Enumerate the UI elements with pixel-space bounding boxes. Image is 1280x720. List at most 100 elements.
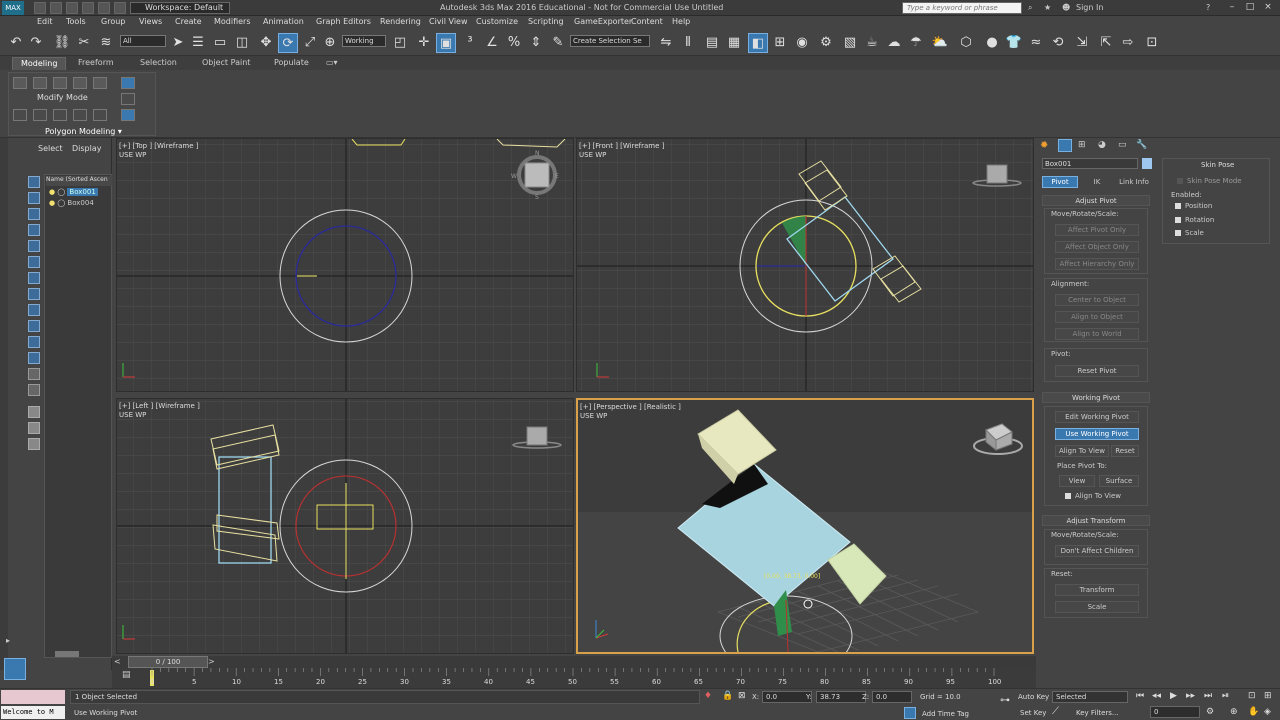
scale-button[interactable]: Scale xyxy=(1055,601,1139,613)
ribbon-tool-icon[interactable] xyxy=(53,109,67,121)
menu-create[interactable]: Create xyxy=(175,17,202,26)
filter-icon[interactable] xyxy=(28,336,40,348)
object-name-field[interactable]: Box001 xyxy=(1042,158,1138,169)
user-icon[interactable]: ☻ xyxy=(1062,3,1070,12)
working-pivot-rollout[interactable]: Working Pivot xyxy=(1042,392,1150,403)
align-to-world-button[interactable]: Align to World xyxy=(1055,328,1139,340)
reset-pivot-button[interactable]: Reset Pivot xyxy=(1055,365,1139,377)
zoom-icon[interactable]: ⊕ xyxy=(1230,707,1238,717)
auto-key-button[interactable]: Auto Key xyxy=(1018,693,1049,701)
display-tab-icon[interactable]: ▭ xyxy=(1118,140,1132,152)
object-color-swatch[interactable] xyxy=(1142,158,1152,169)
x-coordinate-field[interactable]: 0.0 xyxy=(762,691,812,703)
key-filters-button[interactable]: Key Filters... xyxy=(1076,709,1119,717)
add-time-tag-button[interactable]: Add Time Tag xyxy=(922,710,969,718)
tab-selection[interactable]: Selection xyxy=(132,57,185,70)
light-bulb-icon[interactable]: ● xyxy=(49,188,55,196)
motion-tab-icon[interactable]: ◕ xyxy=(1098,140,1112,152)
import-icon[interactable]: ⇱ xyxy=(1096,33,1116,53)
bind-to-space-warp-icon[interactable]: ≋ xyxy=(96,33,116,53)
project-folder-icon[interactable] xyxy=(114,2,126,14)
pivot-center-icon[interactable]: ◰ xyxy=(390,33,410,53)
minimize-button[interactable]: – xyxy=(1226,2,1238,13)
filter-icon[interactable] xyxy=(28,438,40,450)
create-tab-icon[interactable]: ✹ xyxy=(1040,140,1054,152)
track-bar[interactable]: ▤ 0 5 10 15 20 25 30 35 40 45 50 55 60 6… xyxy=(112,668,1036,688)
rectangular-selection-icon[interactable]: ▭ xyxy=(210,33,230,53)
visibility-icon[interactable]: ◯ xyxy=(57,199,65,207)
list-item[interactable]: ● ◯ Box001 xyxy=(49,188,109,198)
hair-icon[interactable]: ≈ xyxy=(1026,33,1046,53)
toggle-ribbon-icon[interactable]: ▦ xyxy=(724,33,744,53)
ribbon-tool-icon[interactable] xyxy=(73,77,87,89)
maxscript-listener[interactable] xyxy=(1,690,65,704)
ribbon-tool-icon[interactable] xyxy=(13,77,27,89)
filter-icon[interactable] xyxy=(28,320,40,332)
filter-icon[interactable] xyxy=(28,256,40,268)
select-and-rotate-icon[interactable]: ⟳ xyxy=(278,33,298,53)
pivot-tab-button[interactable]: Pivot xyxy=(1042,176,1078,188)
schematic-view-icon[interactable]: ⊞ xyxy=(770,33,790,53)
ribbon-tool-icon[interactable] xyxy=(13,109,27,121)
time-slider-thumb[interactable]: 0 / 100 xyxy=(128,656,208,668)
view-button[interactable]: View xyxy=(1059,475,1095,487)
menu-animation[interactable]: Animation xyxy=(263,17,304,26)
fx-icon[interactable]: ⟲ xyxy=(1048,33,1068,53)
ribbon-tool-icon[interactable] xyxy=(121,77,135,89)
explorer-scrollbar[interactable] xyxy=(55,651,79,657)
ribbon-tool-icon[interactable] xyxy=(33,77,47,89)
filter-icon[interactable] xyxy=(28,288,40,300)
menu-graph-editors[interactable]: Graph Editors xyxy=(316,17,371,26)
key-icon[interactable]: ⊶ xyxy=(1000,695,1010,706)
key-mode-toggle-icon[interactable]: ⏯ xyxy=(1222,691,1229,701)
render-iterative-icon[interactable]: ☁ xyxy=(884,33,904,53)
menu-tools[interactable]: Tools xyxy=(66,17,86,26)
filter-icon[interactable] xyxy=(28,224,40,236)
prev-frame-icon[interactable]: < xyxy=(114,657,124,667)
menu-scripting[interactable]: Scripting xyxy=(528,17,564,26)
new-scene-icon[interactable] xyxy=(34,2,46,14)
help-icon[interactable]: ? xyxy=(1206,3,1210,12)
zoom-extents-icon[interactable]: ⊡ xyxy=(1248,691,1256,701)
menu-gameexporter[interactable]: GameExporter xyxy=(574,17,632,26)
export-game-icon[interactable]: ⇨ xyxy=(1118,33,1138,53)
angle-snap-icon[interactable]: ∠ xyxy=(482,33,502,53)
subscription-icon[interactable]: ★ xyxy=(1044,3,1051,12)
filter-icon[interactable] xyxy=(28,176,40,188)
sphere-icon[interactable]: ● xyxy=(982,33,1002,53)
menu-customize[interactable]: Customize xyxy=(476,17,518,26)
time-slider[interactable]: < 0 / 100 > xyxy=(112,656,1036,668)
render-production-icon[interactable]: ☕ xyxy=(862,33,882,53)
menu-help[interactable]: Help xyxy=(672,17,690,26)
center-to-object-button[interactable]: Center to Object xyxy=(1055,294,1139,306)
layer-explorer-icon[interactable] xyxy=(4,658,26,680)
time-tag-icon[interactable] xyxy=(904,707,916,719)
viewport-front[interactable]: [+] [Front ] [Wireframe ] USE WP xyxy=(576,138,1034,392)
select-and-move-icon[interactable]: ✥ xyxy=(256,33,276,53)
search-icon[interactable]: ⌕ xyxy=(1028,3,1032,13)
menu-rendering[interactable]: Rendering xyxy=(380,17,421,26)
render-setup-icon[interactable]: ⚙ xyxy=(816,33,836,53)
explorer-tab-display[interactable]: Display xyxy=(72,144,102,153)
mirror-icon[interactable]: ⇋ xyxy=(656,33,676,53)
tab-object-paint[interactable]: Object Paint xyxy=(194,57,258,70)
y-coordinate-field[interactable]: 38.73 xyxy=(816,691,866,703)
goto-end-icon[interactable]: ⏭ xyxy=(1204,691,1212,701)
viewport-label-perspective[interactable]: [+] [Perspective ] [Realistic ] USE WP xyxy=(580,403,681,421)
tab-populate[interactable]: Populate xyxy=(266,57,317,70)
shirt-icon[interactable]: 👕 xyxy=(1004,33,1024,53)
undo-icon[interactable] xyxy=(82,2,94,14)
menu-views[interactable]: Views xyxy=(139,17,162,26)
affect-object-only-button[interactable]: Affect Object Only xyxy=(1055,241,1139,253)
filter-icon[interactable] xyxy=(28,208,40,220)
ribbon-tool-icon[interactable] xyxy=(121,109,135,121)
fbx-export-icon[interactable]: ⊡ xyxy=(1142,33,1162,53)
menu-group[interactable]: Group xyxy=(101,17,125,26)
hierarchy-tab-icon[interactable]: ⊞ xyxy=(1078,140,1092,152)
align-to-view-checkbox[interactable]: Align To View xyxy=(1065,492,1121,500)
set-key-button[interactable]: Set Key xyxy=(1020,709,1046,717)
align-to-view-button[interactable]: Align To View xyxy=(1055,445,1109,457)
viewport-label-top[interactable]: [+] [Top ] [Wireframe ] USE WP xyxy=(119,142,198,160)
percent-snap-icon[interactable]: % xyxy=(504,33,524,53)
rendered-frame-window-icon[interactable]: ▧ xyxy=(840,33,860,53)
